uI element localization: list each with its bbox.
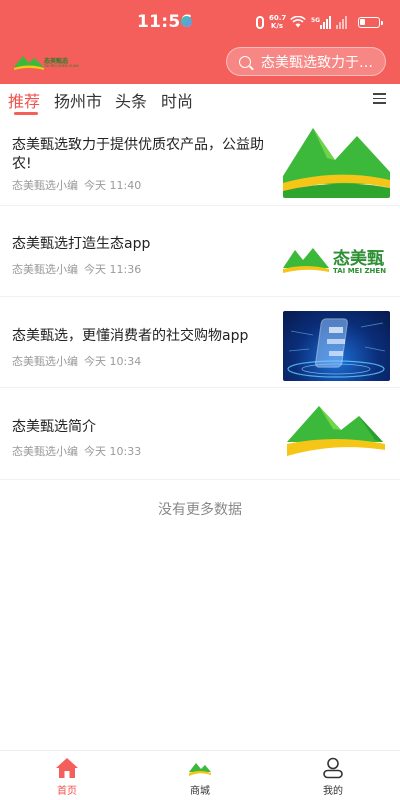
search-icon [239, 55, 251, 68]
list-item[interactable]: 态美甄选致力于提供优质农产品，公益助农! 态美甄选小编 今天 11:40 [0, 116, 400, 206]
store-logo-icon [189, 763, 211, 776]
news-thumbnail [283, 311, 390, 381]
active-tab-indicator [14, 112, 38, 115]
signal-5g-icon: 5G [311, 15, 331, 29]
bottom-nav: 首页 商城 我的 [0, 750, 400, 800]
news-author: 态美甄选小编 [12, 263, 78, 276]
news-title: 态美甄选打造生态app [12, 236, 151, 252]
tab-yangzhou[interactable]: 扬州市 [54, 88, 102, 112]
news-meta: 态美甄选小编 今天 11:40 [12, 177, 141, 193]
signal-secondary-icon [336, 15, 350, 29]
news-time: 今天 11:36 [84, 263, 142, 276]
battery-icon [358, 16, 383, 28]
news-meta: 态美甄选小编 今天 10:33 [12, 443, 141, 459]
thumb-brand-text: 态美甄 [333, 249, 384, 269]
news-title: 态美甄选简介 [12, 419, 96, 435]
nav-home-label: 首页 [57, 786, 77, 797]
news-thumbnail [283, 128, 390, 198]
status-bar: 11:56 60.7 K/s 5G [0, 0, 400, 40]
microphone-icon [256, 15, 264, 29]
nav-store-label: 商城 [190, 786, 210, 797]
net-speed-unit: K/s [270, 22, 284, 30]
net-speed: 60.7 K/s [269, 14, 287, 30]
app-header: 11:56 60.7 K/s 5G 态美甄选 TAI MEI ZHEN XUAN… [0, 0, 400, 84]
nav-profile-label: 我的 [323, 786, 343, 797]
news-time: 今天 10:33 [84, 445, 142, 458]
list-item[interactable]: 态美甄选，更懂消费者的社交购物app 态美甄选小编 今天 10:34 [0, 297, 400, 388]
nav-home[interactable]: 首页 [27, 751, 107, 800]
news-meta: 态美甄选小编 今天 11:36 [12, 261, 141, 277]
tab-recommend[interactable]: 推荐 [8, 88, 40, 112]
list-item[interactable]: 态美甄选简介 态美甄选小编 今天 10:33 [0, 388, 400, 480]
home-icon [56, 758, 78, 778]
category-tabs: 推荐 扬州市 头条 时尚 [0, 84, 400, 116]
news-thumbnail [283, 402, 390, 472]
nav-profile[interactable]: 我的 [293, 751, 373, 800]
thumb-brand-subtext: TAI MEI ZHEN [333, 267, 387, 275]
menu-icon[interactable] [373, 93, 386, 104]
search-placeholder: 态美甄选致力于提供优质农产品 [261, 54, 377, 71]
wifi-icon [290, 16, 306, 28]
notification-app-icon [181, 16, 192, 27]
user-icon [323, 757, 343, 779]
net-speed-value: 60.7 [269, 14, 287, 22]
news-author: 态美甄选小编 [12, 445, 78, 458]
news-time: 今天 10:34 [84, 355, 142, 368]
svg-text:5G: 5G [311, 17, 320, 24]
tab-fashion[interactable]: 时尚 [161, 88, 193, 112]
no-more-data-text: 没有更多数据 [158, 502, 242, 518]
mountain-logo-icon [14, 56, 44, 70]
news-thumbnail: 态美甄 TAI MEI ZHEN [283, 218, 390, 288]
news-title: 态美甄选致力于提供优质农产品，公益助农! [12, 137, 264, 172]
news-author: 态美甄选小编 [12, 179, 78, 192]
search-bar[interactable]: 态美甄选致力于提供优质农产品 [226, 47, 386, 76]
nav-store[interactable]: 商城 [160, 751, 240, 800]
news-time: 今天 11:40 [84, 179, 142, 192]
status-icons: 60.7 K/s 5G [256, 13, 383, 31]
app-logo[interactable]: 态美甄选 TAI MEI ZHEN XUAN [14, 50, 79, 72]
logo-subtext: TAI MEI ZHEN XUAN [44, 64, 79, 68]
list-item[interactable]: 态美甄选打造生态app 态美甄选小编 今天 11:36 态美甄 TAI MEI Z… [0, 206, 400, 297]
news-author: 态美甄选小编 [12, 355, 78, 368]
tab-headlines[interactable]: 头条 [115, 88, 147, 112]
news-meta: 态美甄选小编 今天 10:34 [12, 353, 141, 369]
news-title: 态美甄选，更懂消费者的社交购物app [12, 328, 249, 344]
